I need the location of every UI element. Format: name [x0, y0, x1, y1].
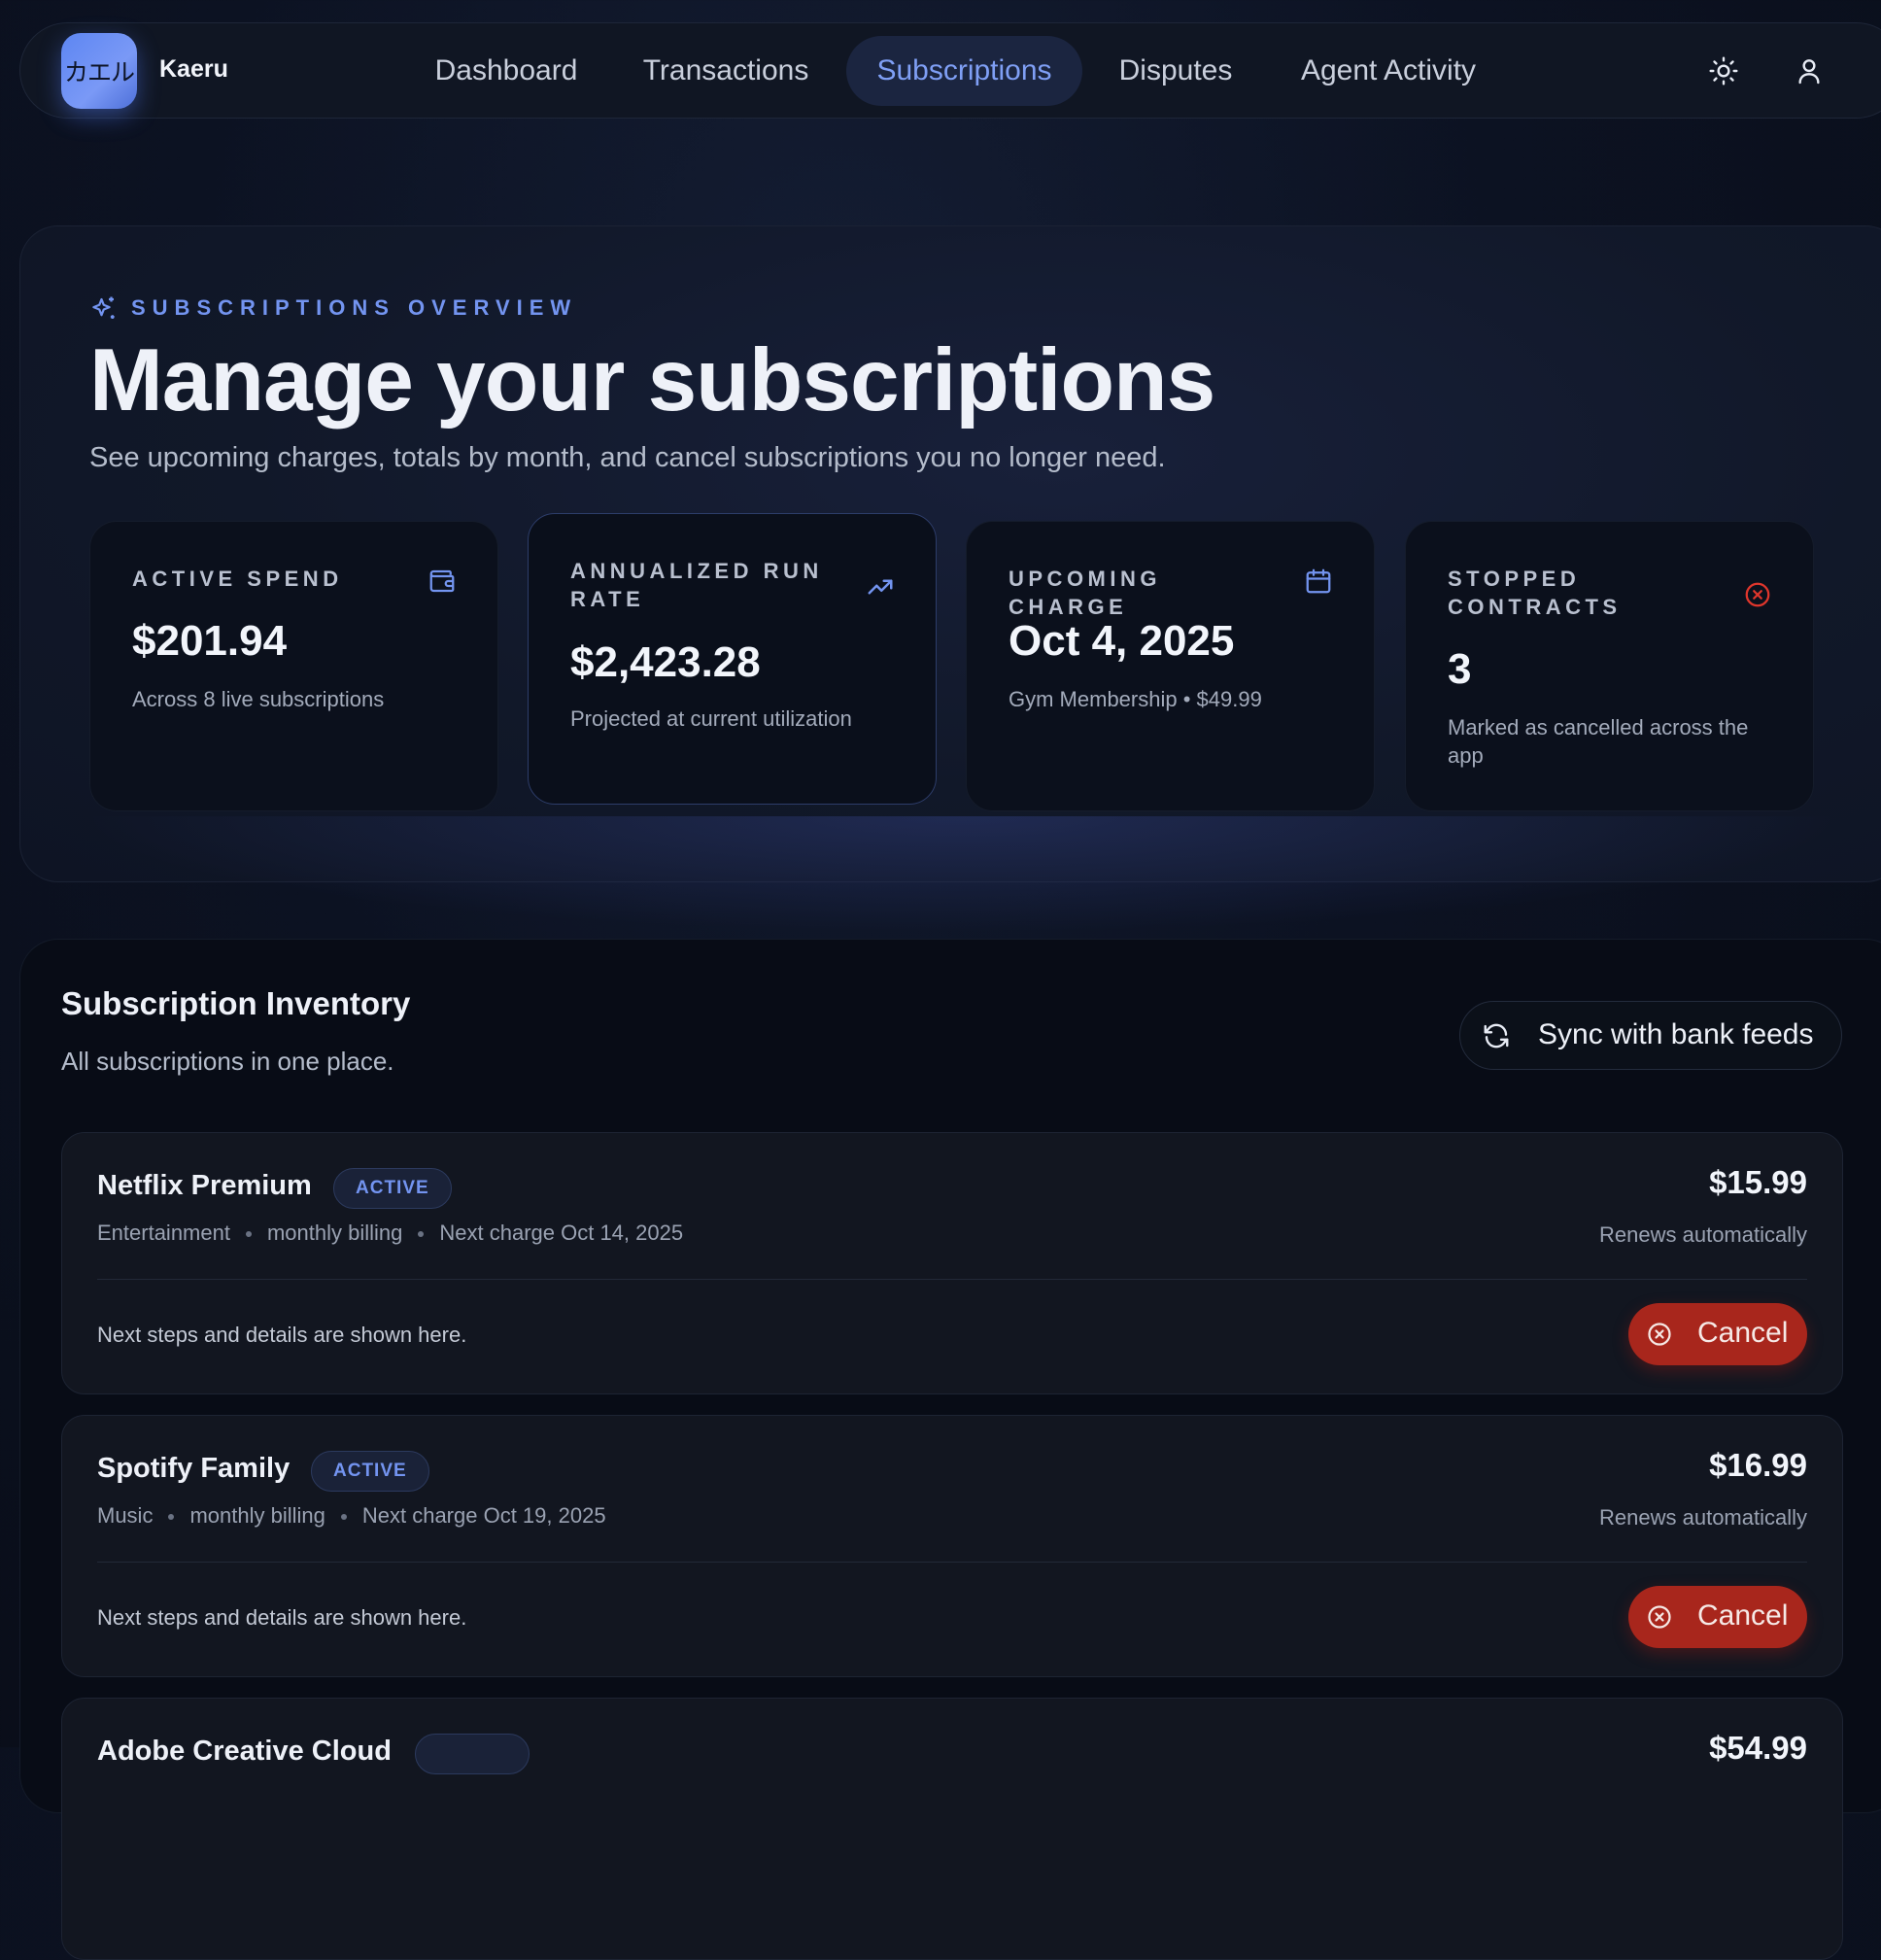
subscription-price: $54.99: [1709, 1730, 1807, 1766]
billing-cycle: monthly billing: [266, 1221, 403, 1245]
separator-dot: [168, 1514, 175, 1521]
circle-x-icon: [1648, 1323, 1671, 1346]
renewal-status: Renews automatically: [1599, 1505, 1807, 1530]
sync-bank-feeds-button[interactable]: Sync with bank feeds: [1459, 1001, 1842, 1070]
stat-card-active-spend: ACTIVE SPEND $201.94 Across 8 live subsc…: [89, 521, 498, 811]
stat-note: Marked as cancelled across the app: [1448, 715, 1749, 768]
subscription-meta: Music monthly billing Next charge Oct 19, …: [97, 1503, 606, 1529]
subscription-card: Spotify Family ACTIVE Music monthly billi…: [61, 1415, 1843, 1677]
stat-value: $2,423.28: [570, 638, 761, 686]
cancel-button-label: Cancel: [1697, 1599, 1789, 1632]
sync-button-label: Sync with bank feeds: [1538, 1018, 1814, 1050]
stat-card-stopped-contracts: STOPPED CONTRACTS 3 Marked as cancelled …: [1405, 521, 1814, 811]
page-title: Manage your subscriptions: [89, 331, 1215, 430]
stat-note: Gym Membership • $49.99: [1009, 687, 1262, 711]
stat-card-upcoming-charge: UPCOMING CHARGE Oct 4, 2025 Gym Membersh…: [966, 521, 1375, 811]
page-subtitle: See upcoming charges, totals by month, a…: [89, 442, 1166, 473]
sun-icon[interactable]: [1708, 55, 1739, 86]
trending-up-icon: [868, 579, 893, 595]
details-text: Next steps and details are shown here.: [97, 1605, 467, 1630]
subscription-category: Music: [97, 1503, 154, 1528]
circle-x-icon: [1648, 1605, 1671, 1629]
inventory-subtitle: All subscriptions in one place.: [61, 1047, 394, 1076]
subscription-category: Entertainment: [97, 1221, 230, 1245]
nav-subscriptions[interactable]: Subscriptions: [846, 36, 1082, 106]
nav-transactions[interactable]: Transactions: [628, 36, 824, 106]
stat-label: ACTIVE SPEND: [132, 567, 343, 591]
stat-note: Across 8 live subscriptions: [132, 687, 385, 711]
stat-value: Oct 4, 2025: [1009, 617, 1235, 665]
subscription-name: Adobe Creative Cloud: [97, 1736, 392, 1767]
subscription-meta: Entertainment monthly billing Next charge …: [97, 1221, 683, 1246]
subscription-name: Netflix Premium: [97, 1170, 312, 1201]
brand-name[interactable]: Kaeru: [159, 55, 228, 84]
separator-dot: [245, 1231, 252, 1238]
user-icon[interactable]: [1794, 55, 1825, 86]
cancel-button[interactable]: Cancel: [1628, 1586, 1807, 1648]
status-badge: ACTIVE: [333, 1168, 452, 1209]
wallet-icon: [429, 569, 455, 593]
stat-label: UPCOMING CHARGE: [1009, 567, 1161, 619]
circle-x-icon: [1745, 582, 1770, 607]
card-divider: [97, 1562, 1807, 1563]
inventory-title: Subscription Inventory: [61, 985, 411, 1021]
separator-dot: [340, 1514, 347, 1521]
nav-disputes[interactable]: Disputes: [1105, 36, 1247, 106]
stat-card-annualized-run-rate: ANNUALIZED RUN RATE $2,423.28 Projected …: [528, 513, 937, 805]
cancel-button[interactable]: Cancel: [1628, 1303, 1807, 1365]
calendar-icon: [1306, 568, 1331, 594]
card-divider: [97, 1279, 1807, 1280]
subscription-price: $16.99: [1709, 1447, 1807, 1483]
separator-dot: [418, 1231, 425, 1238]
glow-decoration: [78, 816, 1846, 933]
overview-eyebrow: SUBSCRIPTIONS OVERVIEW: [131, 295, 578, 320]
subscription-card: Netflix Premium ACTIVE Entertainment mont…: [61, 1132, 1843, 1394]
stat-value: $201.94: [132, 617, 288, 665]
stat-note: Projected at current utilization: [570, 706, 852, 731]
refresh-icon: [1484, 1023, 1509, 1049]
status-badge: [415, 1734, 530, 1774]
next-charge: Next charge Oct 14, 2025: [439, 1221, 684, 1245]
status-badge: ACTIVE: [311, 1451, 429, 1492]
nav-dashboard[interactable]: Dashboard: [419, 36, 594, 106]
nav-agent-activity[interactable]: Agent Activity: [1282, 36, 1495, 106]
sparkles-icon: [92, 296, 115, 319]
details-text: Next steps and details are shown here.: [97, 1323, 467, 1347]
billing-cycle: monthly billing: [189, 1503, 325, 1528]
renewal-status: Renews automatically: [1599, 1222, 1807, 1247]
next-charge: Next charge Oct 19, 2025: [361, 1503, 606, 1528]
stat-label: ANNUALIZED RUN RATE: [570, 559, 823, 611]
stat-label: STOPPED CONTRACTS: [1448, 567, 1622, 619]
subscription-name: Spotify Family: [97, 1453, 291, 1484]
stat-value: 3: [1448, 645, 1472, 693]
cancel-button-label: Cancel: [1697, 1317, 1789, 1349]
subscription-price: $15.99: [1709, 1164, 1807, 1200]
app-logo[interactable]: カエル: [61, 33, 137, 109]
subscription-card: Adobe Creative Cloud $54.99: [61, 1698, 1843, 1960]
